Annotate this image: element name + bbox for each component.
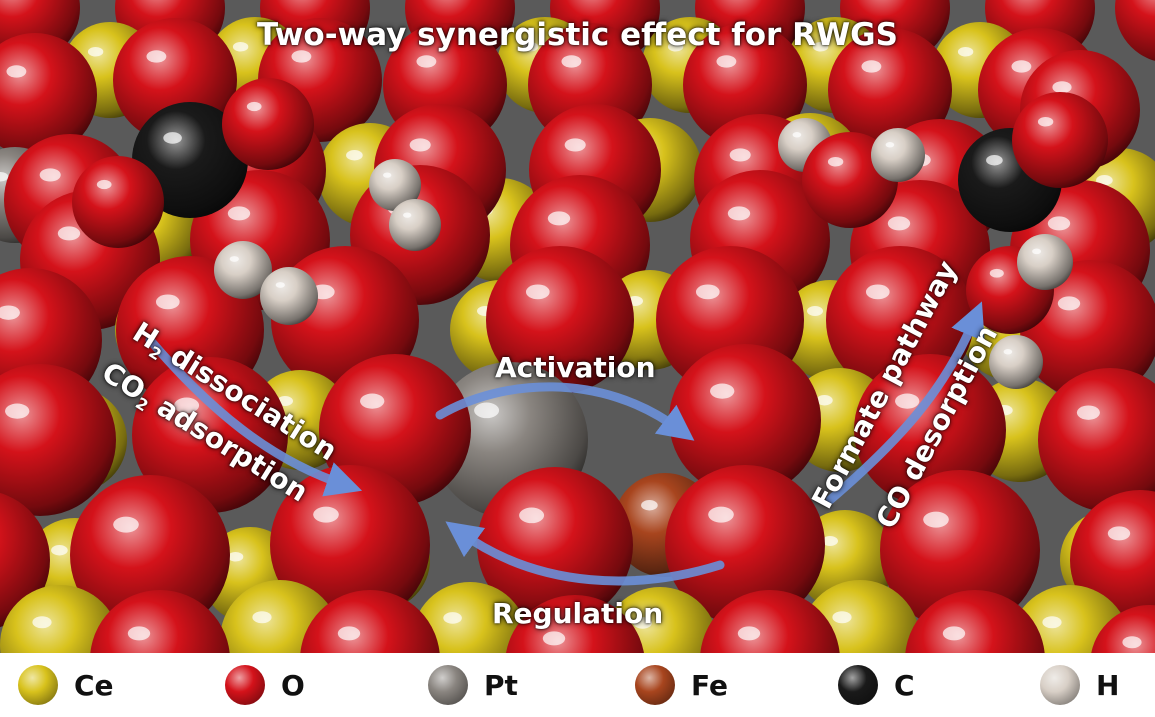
atom-highlight — [474, 402, 500, 419]
atom-highlight — [710, 383, 735, 399]
atom-highlight — [346, 150, 363, 161]
activation-label: Activation — [495, 351, 656, 384]
fe-atom-swatch — [635, 665, 675, 705]
atom-highlight — [155, 294, 180, 310]
atom-highlight — [127, 626, 151, 641]
atom-highlight — [807, 306, 823, 316]
legend-label: O — [281, 668, 305, 702]
atom-highlight — [337, 626, 361, 641]
atom-highlight — [360, 393, 385, 409]
atom-highlight — [989, 268, 1004, 278]
atom-highlight — [708, 506, 734, 523]
h-atom — [389, 199, 441, 251]
atom-highlight — [792, 132, 802, 138]
atom-highlight — [383, 172, 392, 178]
legend-item-h: H — [1040, 665, 1119, 705]
atom-highlight — [1052, 81, 1072, 94]
atom-highlight — [547, 211, 571, 226]
atom-highlight — [561, 55, 582, 68]
atom-highlight — [519, 507, 545, 524]
atom-highlight — [542, 631, 566, 646]
atom-highlight — [729, 148, 751, 162]
atom-highlight — [32, 616, 52, 629]
o-atom — [72, 156, 164, 248]
legend-label: Ce — [74, 668, 114, 702]
o-atom — [1012, 92, 1108, 188]
atom-highlight — [113, 516, 139, 533]
atom-highlight — [1003, 349, 1013, 355]
o-atom — [222, 78, 314, 170]
atom-highlight — [227, 551, 244, 562]
atom-highlight — [39, 168, 61, 182]
atom-highlight — [1011, 60, 1032, 73]
atom-highlight — [163, 132, 182, 144]
atom-highlight — [861, 60, 882, 73]
legend-label: Fe — [691, 668, 728, 702]
atom-highlight — [695, 284, 720, 300]
atom-highlight — [227, 206, 251, 221]
atom-highlight — [229, 256, 239, 262]
legend-item-fe: Fe — [635, 665, 728, 705]
atom-highlight — [865, 284, 890, 300]
atom-highlight — [252, 611, 272, 624]
atom-highlight — [727, 206, 751, 221]
atom-highlight — [146, 50, 167, 63]
h-atom-swatch — [1040, 665, 1080, 705]
atom-highlight — [942, 626, 966, 641]
atom-highlight — [313, 506, 339, 523]
atom-highlight — [57, 226, 81, 241]
atom-highlight — [275, 282, 285, 288]
atom-highlight — [1057, 296, 1081, 311]
legend-label: H — [1096, 668, 1120, 702]
h-atom — [871, 128, 925, 182]
atom-highlight — [832, 611, 852, 624]
atom-highlight — [1122, 636, 1142, 649]
catalyst-surface-scene: Two-way synergistic effect for RWGS H2 d… — [0, 0, 1155, 653]
atom-highlight — [564, 138, 586, 152]
atom-highlight — [716, 55, 737, 68]
atom-highlight — [895, 393, 920, 409]
atom-highlight — [737, 626, 761, 641]
legend-label: Pt — [484, 668, 518, 702]
c-atom-swatch — [838, 665, 878, 705]
ce-atom-swatch — [18, 665, 58, 705]
atom-highlight — [885, 142, 895, 148]
h-atom — [260, 267, 318, 325]
figure-title: Two-way synergistic effect for RWGS — [257, 17, 898, 53]
legend-item-o: O — [225, 665, 305, 705]
regulation-label: Regulation — [492, 597, 664, 630]
legend-item-pt: Pt — [428, 665, 518, 705]
atom-highlight — [1076, 405, 1100, 420]
atom-highlight — [887, 216, 911, 231]
atom-highlight — [246, 101, 262, 112]
atom-highlight — [1107, 526, 1131, 541]
atom-highlight — [409, 138, 431, 152]
atom-highlight — [403, 212, 412, 218]
atom-highlight — [5, 403, 30, 419]
o-atom-swatch — [225, 665, 265, 705]
atom-highlight — [96, 179, 112, 190]
legend-item-ce: Ce — [18, 665, 114, 705]
atom-highlight — [1032, 248, 1042, 255]
atom-highlight — [1042, 616, 1062, 629]
atom-highlight — [525, 284, 550, 300]
atom-highlight — [923, 511, 949, 528]
legend-label: C — [894, 668, 915, 702]
element-legend: Ce O Pt Fe C H — [0, 653, 1155, 717]
atom-highlight — [641, 500, 658, 511]
legend-item-c: C — [838, 665, 915, 705]
h-atom — [1017, 234, 1073, 290]
atom-highlight — [416, 55, 437, 68]
atom-highlight — [827, 156, 844, 167]
atom-highlight — [1037, 116, 1054, 127]
atom-highlight — [443, 612, 462, 624]
atom-highlight — [51, 545, 68, 556]
atom-highlight — [986, 155, 1003, 166]
pt-atom-swatch — [428, 665, 468, 705]
atom-highlight — [6, 65, 27, 78]
atom-highlight — [1047, 216, 1071, 231]
